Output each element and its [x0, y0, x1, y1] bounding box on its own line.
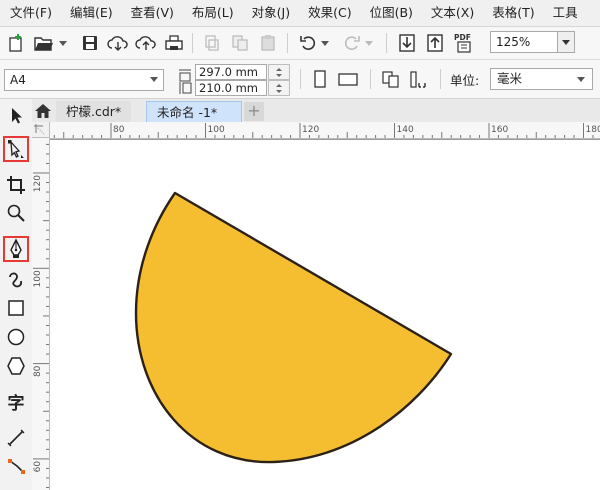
menu-tools[interactable]: 工具 — [544, 0, 587, 26]
menu-bar: 文件(F) 编辑(E) 查看(V) 布局(L) 对象(J) 效果(C) 位图(B… — [0, 0, 600, 27]
menu-effects[interactable]: 效果(C) — [299, 0, 360, 26]
ruler-origin[interactable] — [32, 122, 50, 138]
landscape-icon[interactable] — [336, 67, 360, 91]
page-width-input[interactable]: 297.0 mm — [195, 64, 267, 80]
svg-text:PDF: PDF — [454, 33, 471, 42]
menu-text[interactable]: 文本(X) — [422, 0, 483, 26]
ellipse-tool-icon[interactable] — [3, 324, 29, 350]
undo-icon[interactable] — [296, 31, 320, 55]
width-spinner[interactable] — [268, 64, 290, 80]
save-icon[interactable] — [78, 31, 102, 55]
h-ruler-label: 80 — [113, 125, 125, 135]
menu-object[interactable]: 对象(J) — [243, 0, 299, 26]
import-icon[interactable] — [395, 31, 419, 55]
all-pages-icon[interactable] — [379, 67, 403, 91]
v-ruler-label: 120 — [33, 175, 43, 192]
page-height-icon — [179, 82, 192, 94]
cloud-export-icon[interactable] — [134, 31, 158, 55]
chevron-down-icon — [577, 77, 585, 82]
shape-tool-icon[interactable] — [3, 136, 29, 162]
tab-untitled-doc[interactable]: 未命名 -1* — [146, 101, 242, 122]
portrait-icon[interactable] — [308, 67, 332, 91]
menu-edit[interactable]: 编辑(E) — [61, 0, 122, 26]
zoom-tool-icon[interactable] — [3, 200, 29, 226]
page-size-select[interactable]: A4 — [4, 69, 164, 91]
menu-table[interactable]: 表格(T) — [483, 0, 543, 26]
cut-icon[interactable] — [200, 31, 224, 55]
welcome-tab[interactable] — [32, 101, 54, 122]
open-folder-icon[interactable] — [32, 31, 56, 55]
h-ruler-label: 140 — [397, 125, 414, 135]
vertical-ruler-ticks: 120 100 80 60 — [33, 143, 49, 488]
print-icon[interactable] — [162, 31, 186, 55]
redo-dropdown-icon[interactable] — [362, 31, 376, 55]
crop-tool-icon[interactable] — [3, 172, 29, 198]
units-select[interactable]: 毫米 — [490, 68, 593, 90]
v-ruler-label: 100 — [33, 270, 43, 287]
pen-tool-icon[interactable] — [3, 236, 29, 262]
drawing-canvas[interactable] — [50, 139, 600, 490]
text-tool-icon[interactable]: 字 — [3, 388, 29, 414]
units-label: 单位: — [450, 73, 480, 88]
new-document-icon[interactable] — [4, 31, 28, 55]
menu-view[interactable]: 查看(V) — [122, 0, 183, 26]
h-ruler-label: 160 — [491, 125, 508, 135]
connector-tool-icon[interactable] — [3, 453, 29, 479]
rectangle-tool-icon[interactable] — [3, 295, 29, 321]
page-height-input[interactable]: 210.0 mm — [195, 80, 267, 96]
canvas-svg — [134, 191, 453, 464]
pick-tool-icon[interactable] — [3, 103, 29, 129]
redo-icon[interactable] — [340, 31, 364, 55]
menu-file[interactable]: 文件(F) — [0, 0, 61, 26]
height-spinner[interactable] — [268, 80, 290, 96]
home-icon — [35, 104, 51, 118]
toolbox: 字 — [0, 99, 33, 490]
horizontal-ruler[interactable]: 80 100 120 140 160 180 — [50, 122, 600, 139]
page-border — [50, 139, 600, 140]
open-dropdown-icon[interactable] — [56, 31, 70, 55]
page-width-icon — [179, 69, 191, 82]
zoom-dropdown[interactable] — [557, 31, 575, 53]
add-tab-button[interactable]: + — [244, 102, 264, 121]
cloud-import-icon[interactable] — [106, 31, 130, 55]
h-ruler-label: 180 — [586, 125, 600, 135]
artistic-media-icon[interactable] — [3, 266, 29, 292]
property-bar: A4 297.0 mm 210.0 mm 单位: 毫米 — [0, 60, 600, 99]
menu-bitmap[interactable]: 位图(B) — [361, 0, 422, 26]
standard-toolbar: PDF 125% — [0, 27, 600, 60]
export-icon[interactable] — [423, 31, 447, 55]
publish-pdf-icon[interactable]: PDF — [452, 31, 476, 55]
ruler-origin-icon — [34, 124, 45, 135]
tab-lemon-doc[interactable]: 柠檬.cdr* — [56, 101, 132, 122]
v-ruler-label: 60 — [33, 461, 43, 473]
page-size-value: A4 — [10, 73, 26, 87]
h-ruler-label: 100 — [208, 125, 225, 135]
chevron-down-icon — [562, 40, 570, 45]
chevron-down-icon — [150, 77, 158, 82]
paste-icon[interactable] — [256, 31, 280, 55]
copy-icon[interactable] — [228, 31, 252, 55]
half-circle-shape[interactable] — [134, 191, 453, 464]
horizontal-ruler-ticks: 80 100 120 140 160 180 — [53, 123, 600, 138]
parallel-dimension-icon[interactable] — [3, 425, 29, 451]
polygon-tool-icon[interactable] — [3, 353, 29, 379]
units-value: 毫米 — [497, 71, 523, 86]
document-tabs: 柠檬.cdr* 未命名 -1* + — [32, 99, 600, 123]
zoom-level-input[interactable]: 125% — [490, 31, 558, 53]
vertical-ruler[interactable]: 120 100 80 60 — [32, 138, 50, 490]
menu-layout[interactable]: 布局(L) — [183, 0, 243, 26]
h-ruler-label: 120 — [302, 125, 319, 135]
v-ruler-label: 80 — [33, 365, 43, 377]
undo-dropdown-icon[interactable] — [318, 31, 332, 55]
current-page-icon[interactable] — [407, 67, 431, 91]
